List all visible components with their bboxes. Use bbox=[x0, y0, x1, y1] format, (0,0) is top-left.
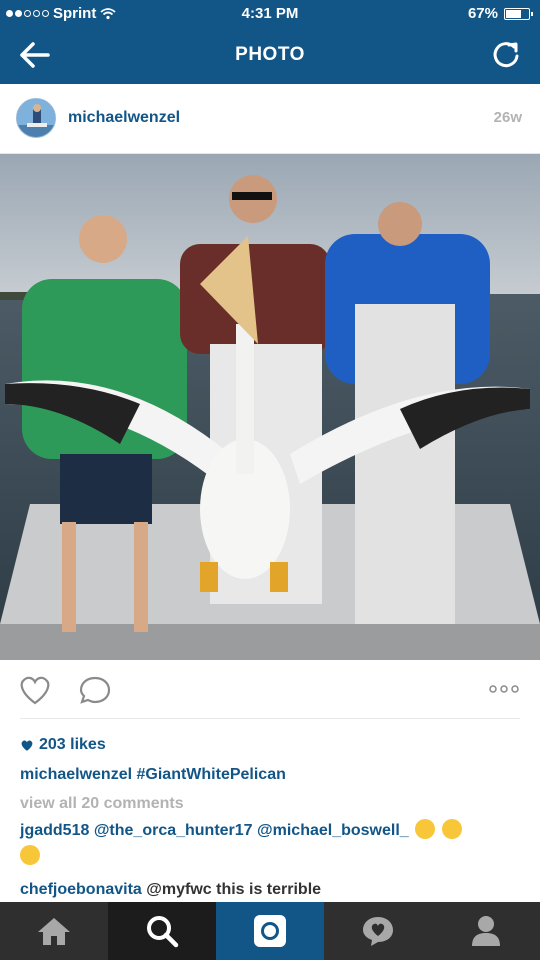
tab-bar bbox=[0, 902, 540, 960]
small-heart-icon bbox=[21, 740, 33, 751]
comment-item: chefjoebonavita @myfwc this is terrible bbox=[20, 877, 520, 903]
likes-label: 203 likes bbox=[39, 736, 106, 753]
tab-activity[interactable] bbox=[324, 902, 432, 960]
activity-icon bbox=[363, 917, 393, 946]
tab-camera[interactable] bbox=[216, 902, 324, 960]
comment-username[interactable]: chefjoebonavita bbox=[20, 881, 142, 898]
comment-icon[interactable] bbox=[78, 674, 112, 706]
search-icon bbox=[147, 916, 179, 948]
caption-hashtag[interactable]: #GiantWhitePelican bbox=[137, 766, 286, 783]
divider bbox=[20, 718, 520, 719]
comment-text: @myfwc this is terrible bbox=[146, 881, 322, 898]
page-title: PHOTO bbox=[235, 44, 305, 65]
profile-icon bbox=[472, 916, 500, 946]
view-all-comments-link[interactable]: view all 20 comments bbox=[20, 795, 184, 813]
tab-home[interactable] bbox=[0, 902, 108, 960]
caption: michaelwenzel #GiantWhitePelican bbox=[20, 766, 286, 784]
refresh-icon[interactable] bbox=[492, 40, 522, 70]
comment-username[interactable]: jgadd518 bbox=[20, 822, 89, 839]
nav-bar: PHOTO bbox=[0, 28, 540, 84]
camera-icon bbox=[254, 915, 286, 947]
more-options-icon[interactable] bbox=[488, 684, 520, 694]
post-username[interactable]: michaelwenzel bbox=[68, 109, 180, 127]
home-icon bbox=[38, 918, 70, 945]
post-age: 26w bbox=[493, 109, 522, 126]
avatar[interactable] bbox=[16, 98, 56, 138]
laughing-emoji-icon bbox=[415, 819, 436, 839]
comment-item: jgadd518 @the_orca_hunter17 @michael_bos… bbox=[20, 818, 520, 870]
laughing-emoji-icon bbox=[20, 845, 40, 865]
tab-profile[interactable] bbox=[432, 902, 540, 960]
caption-username[interactable]: michaelwenzel bbox=[20, 766, 132, 783]
comment-text[interactable]: @the_orca_hunter17 @michael_boswell_ bbox=[94, 822, 409, 839]
battery-percent: 67% bbox=[467, 5, 498, 22]
heart-icon[interactable] bbox=[18, 674, 52, 706]
tab-search[interactable] bbox=[108, 902, 216, 960]
battery-icon bbox=[504, 7, 533, 20]
post-header: michaelwenzel 26w bbox=[0, 84, 540, 154]
clock: 4:31 PM bbox=[241, 5, 299, 22]
laughing-emoji-icon bbox=[441, 819, 462, 839]
action-row bbox=[0, 660, 540, 720]
post-photo[interactable] bbox=[0, 154, 540, 660]
likes-count[interactable]: 203 likes bbox=[20, 736, 106, 754]
status-bar: Sprint 4:31 PM 67% bbox=[0, 0, 540, 28]
